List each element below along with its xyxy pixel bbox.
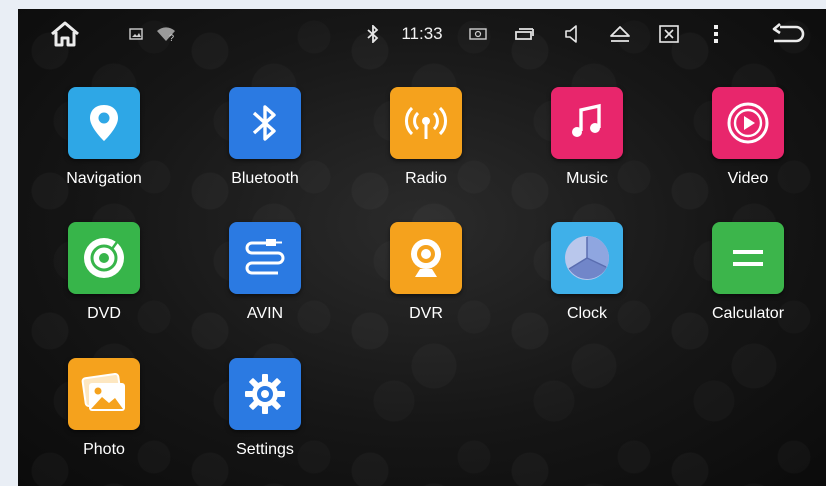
gear-icon xyxy=(229,358,301,430)
app-label: DVR xyxy=(409,305,443,322)
device-frame: ? 11:33 Navigation Bluetooth Radio Music… xyxy=(0,0,826,486)
app-label: Clock xyxy=(566,305,607,322)
app-dvd[interactable]: DVD xyxy=(44,222,164,323)
app-video[interactable]: Video xyxy=(688,87,808,188)
app-label: Bluetooth xyxy=(231,170,299,187)
radio-icon xyxy=(390,87,462,159)
photo-icon xyxy=(68,358,140,430)
app-avin[interactable]: AVIN xyxy=(205,222,325,323)
app-bluetooth[interactable]: Bluetooth xyxy=(205,87,325,188)
app-label: Music xyxy=(566,170,608,187)
app-label: Calculator xyxy=(711,305,785,322)
app-label: Settings xyxy=(236,441,294,458)
clock-icon xyxy=(551,222,623,294)
app-dvr[interactable]: DVR xyxy=(366,222,486,323)
app-radio[interactable]: Radio xyxy=(366,87,486,188)
app-label: AVIN xyxy=(246,305,284,322)
cable-icon xyxy=(229,222,301,294)
app-calculator[interactable]: Calculator xyxy=(688,222,808,323)
app-label: Photo xyxy=(83,441,125,458)
disc-icon xyxy=(68,222,140,294)
app-label: Navigation xyxy=(66,170,142,187)
webcam-icon xyxy=(390,222,462,294)
app-navigation[interactable]: Navigation xyxy=(44,87,164,188)
app-label: Video xyxy=(727,170,769,187)
app-clock[interactable]: Clock xyxy=(527,222,647,323)
app-settings[interactable]: Settings xyxy=(205,358,325,459)
play-circle-icon xyxy=(712,87,784,159)
bluetooth-icon xyxy=(229,87,301,159)
app-music[interactable]: Music xyxy=(527,87,647,188)
location-pin-icon xyxy=(68,87,140,159)
home-screen: ? 11:33 Navigation Bluetooth Radio Music… xyxy=(18,9,826,486)
music-note-icon xyxy=(551,87,623,159)
app-photo[interactable]: Photo xyxy=(44,358,164,459)
app-label: Radio xyxy=(405,170,447,187)
equals-icon xyxy=(712,222,784,294)
app-grid: Navigation Bluetooth Radio Music Video D… xyxy=(18,9,826,486)
app-label: DVD xyxy=(87,305,121,322)
